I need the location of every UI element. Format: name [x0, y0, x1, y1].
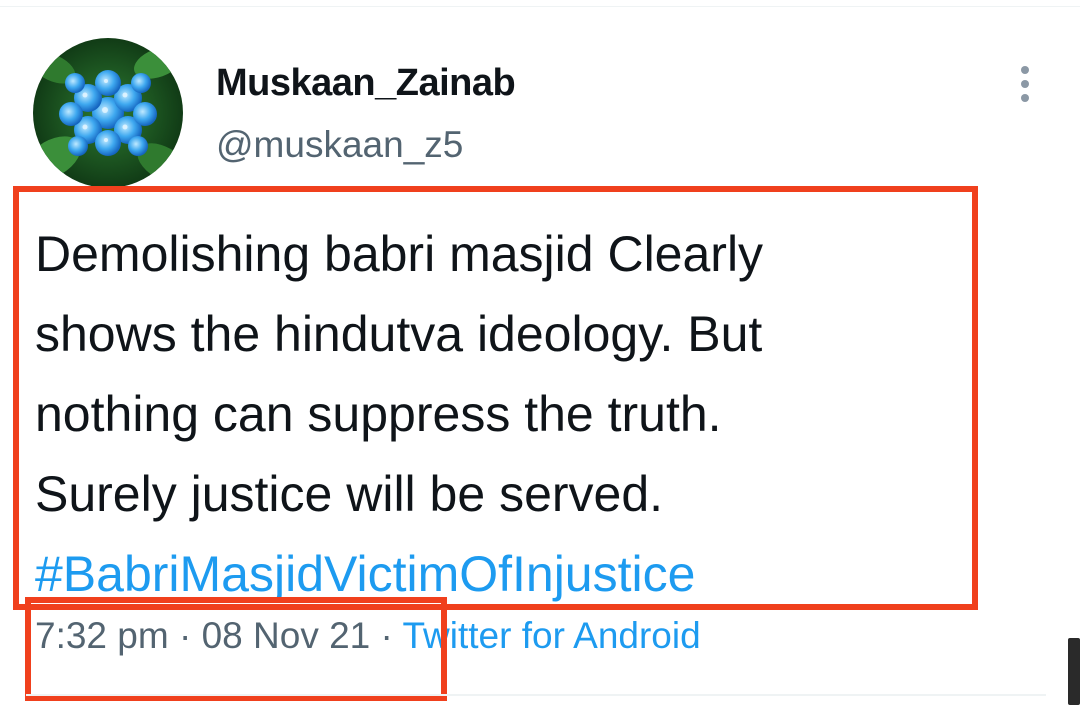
tweet-text-line: nothing can suppress the truth.: [35, 386, 722, 442]
bottom-divider: [26, 694, 1046, 696]
top-divider: [0, 6, 1080, 7]
hydrangea-flower-avatar-icon: [33, 38, 183, 188]
tweet-screenshot: Muskaan_Zainab @muskaan_z5 Demolishing b…: [0, 0, 1080, 705]
hashtag-link[interactable]: #BabriMasjidVictimOfInjustice: [35, 534, 955, 614]
tweet-text: Demolishing babri masjid Clearly shows t…: [35, 214, 955, 614]
display-name[interactable]: Muskaan_Zainab: [216, 62, 516, 105]
avatar[interactable]: [33, 38, 183, 188]
tweet-text-line: shows the hindutva ideology. But: [35, 306, 763, 362]
more-options-button[interactable]: [1004, 60, 1046, 110]
tweet-source-link[interactable]: Twitter for Android: [403, 615, 701, 656]
tweet-date[interactable]: 08 Nov 21: [202, 615, 371, 656]
more-vertical-icon: [1021, 66, 1029, 102]
user-handle[interactable]: @muskaan_z5: [216, 124, 463, 166]
meta-separator: ·: [178, 615, 192, 656]
tweet-metadata: 7:32 pm · 08 Nov 21 · Twitter for Androi…: [35, 615, 701, 657]
meta-separator: ·: [380, 615, 393, 656]
tweet-time[interactable]: 7:32 pm: [35, 615, 169, 656]
scrollbar-thumb[interactable]: [1068, 638, 1080, 705]
tweet-text-line: Surely justice will be served.: [35, 466, 664, 522]
tweet-text-line: Demolishing babri masjid Clearly: [35, 226, 764, 282]
